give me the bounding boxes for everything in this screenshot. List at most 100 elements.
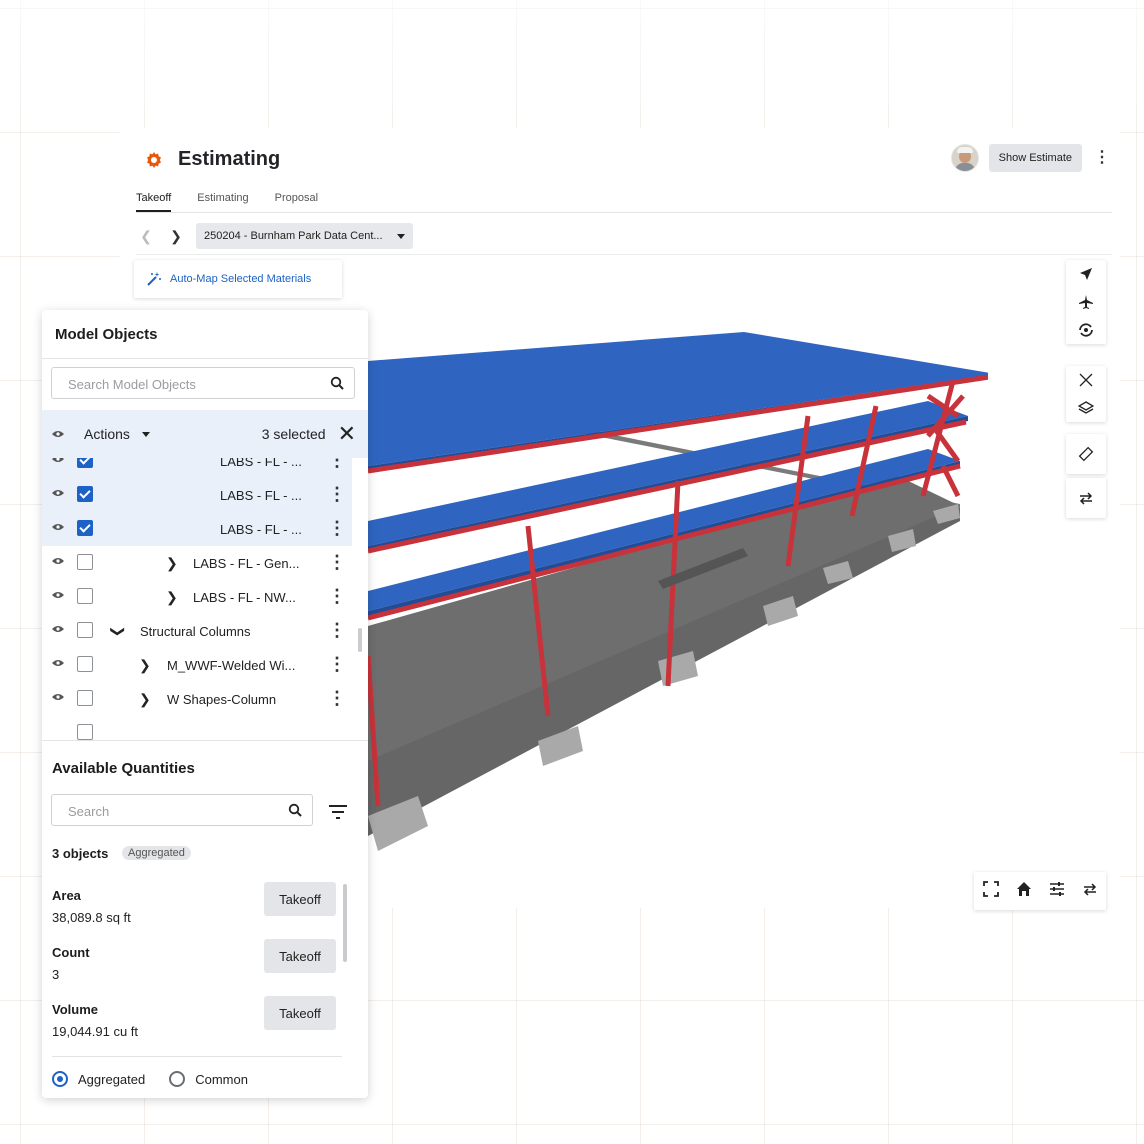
divider bbox=[42, 740, 368, 741]
radio-common-label[interactable]: Common bbox=[195, 1072, 248, 1087]
row-checkbox[interactable] bbox=[77, 520, 93, 536]
takeoff-button[interactable]: Takeoff bbox=[264, 882, 336, 916]
row-checkbox[interactable] bbox=[77, 588, 93, 604]
search-icon[interactable] bbox=[330, 376, 344, 390]
model-objects-panel: Model Objects Actions 3 selected ✕ LABS … bbox=[42, 310, 368, 1098]
project-select[interactable]: 250204 - Burnham Park Data Cent... bbox=[196, 223, 413, 249]
quantity-row: Count 3 Takeoff bbox=[52, 939, 338, 999]
actions-bar: Actions 3 selected ✕ bbox=[42, 410, 368, 458]
eye-icon[interactable] bbox=[52, 489, 64, 497]
tree-row-label: LABS - FL - NW... bbox=[193, 589, 296, 605]
close-icon[interactable]: ✕ bbox=[338, 423, 356, 445]
tree-row[interactable]: ❯ LABS - FL - Gen... ⋮ bbox=[42, 546, 352, 580]
row-checkbox[interactable] bbox=[77, 724, 93, 740]
chevron-right-icon[interactable]: ❯ bbox=[166, 589, 178, 606]
navigate-arrow-icon[interactable] bbox=[1066, 260, 1106, 288]
fly-mode-icon[interactable] bbox=[1066, 288, 1106, 316]
tree-row-label: W Shapes-Column bbox=[167, 691, 277, 707]
chevron-down-icon[interactable]: ❯ bbox=[109, 626, 126, 638]
tree-row[interactable]: LABS - FL - ... ⋮ bbox=[42, 512, 352, 546]
eye-icon[interactable] bbox=[52, 430, 64, 438]
swap-arrows-icon[interactable] bbox=[1066, 484, 1106, 512]
layers-icon[interactable] bbox=[1066, 394, 1106, 422]
model-search-input[interactable] bbox=[52, 368, 312, 400]
tree-scrollbar[interactable] bbox=[358, 628, 362, 652]
gear-icon bbox=[147, 151, 161, 168]
auto-map-label: Auto-Map Selected Materials bbox=[170, 273, 312, 285]
aggregated-badge: Aggregated bbox=[122, 846, 191, 860]
radio-common[interactable] bbox=[169, 1071, 186, 1087]
next-arrow-icon[interactable]: ❯ bbox=[166, 228, 186, 245]
eye-icon[interactable] bbox=[52, 625, 64, 633]
row-checkbox[interactable] bbox=[77, 622, 93, 638]
row-checkbox[interactable] bbox=[77, 690, 93, 706]
eye-icon[interactable] bbox=[52, 458, 64, 463]
auto-map-button[interactable]: Auto-Map Selected Materials bbox=[134, 260, 342, 298]
eye-icon[interactable] bbox=[52, 659, 64, 667]
radio-aggregated[interactable] bbox=[52, 1071, 68, 1087]
chevron-right-icon[interactable]: ❯ bbox=[139, 657, 151, 674]
tree-row[interactable]: LABS - FL - ... ⋮ bbox=[42, 478, 352, 512]
quantities-scrollbar[interactable] bbox=[343, 884, 347, 962]
row-kebab-icon[interactable]: ⋮ bbox=[328, 689, 346, 707]
tree-row[interactable] bbox=[42, 716, 352, 740]
caret-down-icon bbox=[396, 233, 405, 239]
section-cut-icon[interactable] bbox=[1066, 366, 1106, 394]
quantity-search-box bbox=[51, 794, 313, 827]
more-options-icon[interactable]: ⋮ bbox=[1092, 150, 1112, 166]
eye-icon[interactable] bbox=[52, 693, 64, 701]
settings-sliders-icon[interactable] bbox=[1049, 881, 1065, 902]
tab-proposal[interactable]: Proposal bbox=[275, 192, 318, 212]
swap-view-icon[interactable] bbox=[1082, 881, 1098, 902]
quantity-name: Area bbox=[52, 888, 81, 903]
row-checkbox[interactable] bbox=[77, 554, 93, 570]
row-checkbox[interactable] bbox=[77, 486, 93, 502]
takeoff-button[interactable]: Takeoff bbox=[264, 996, 336, 1030]
chevron-right-icon[interactable]: ❯ bbox=[139, 691, 151, 708]
tree-row[interactable]: ❯ W Shapes-Column ⋮ bbox=[42, 682, 352, 716]
row-kebab-icon[interactable]: ⋮ bbox=[328, 587, 346, 605]
tree-row[interactable]: ❯ Structural Columns ⋮ bbox=[42, 614, 352, 648]
search-icon[interactable] bbox=[288, 803, 302, 817]
measure-tools bbox=[1066, 434, 1106, 474]
tab-estimating[interactable]: Estimating bbox=[197, 192, 248, 212]
section-tools bbox=[1066, 366, 1106, 422]
tree-row[interactable]: ❯ LABS - FL - NW... ⋮ bbox=[42, 580, 352, 614]
takeoff-button[interactable]: Takeoff bbox=[264, 939, 336, 973]
row-kebab-icon[interactable]: ⋮ bbox=[328, 485, 346, 503]
prev-arrow-icon[interactable]: ❮ bbox=[136, 228, 156, 245]
tree-row[interactable]: LABS - FL - ... ⋮ bbox=[42, 458, 352, 478]
roof-slab bbox=[368, 332, 988, 466]
tab-takeoff[interactable]: Takeoff bbox=[136, 192, 172, 212]
chevron-right-icon[interactable]: ❯ bbox=[166, 555, 178, 572]
orbit-icon[interactable] bbox=[1066, 316, 1106, 344]
row-kebab-icon[interactable]: ⋮ bbox=[328, 655, 346, 673]
row-kebab-icon[interactable]: ⋮ bbox=[328, 553, 346, 571]
magic-wand-icon bbox=[147, 272, 161, 286]
row-checkbox[interactable] bbox=[77, 656, 93, 672]
model-viewport[interactable] bbox=[368, 256, 988, 896]
quantity-row: Area 38,089.8 sq ft Takeoff bbox=[52, 882, 338, 942]
quantity-search-input[interactable] bbox=[52, 795, 278, 827]
caret-down-icon[interactable] bbox=[141, 431, 150, 437]
eye-icon[interactable] bbox=[52, 523, 64, 531]
tree-row[interactable]: ❯ M_WWF-Welded Wi... ⋮ bbox=[42, 648, 352, 682]
eye-icon[interactable] bbox=[52, 557, 64, 565]
object-count: 3 objects bbox=[52, 846, 109, 861]
actions-menu[interactable]: Actions bbox=[84, 426, 130, 442]
row-kebab-icon[interactable]: ⋮ bbox=[328, 621, 346, 639]
fullscreen-icon[interactable] bbox=[982, 880, 999, 902]
eye-icon[interactable] bbox=[52, 591, 64, 599]
radio-aggregated-label[interactable]: Aggregated bbox=[78, 1072, 145, 1087]
navigation-tools bbox=[1066, 260, 1106, 344]
row-checkbox[interactable] bbox=[77, 458, 93, 468]
tree-row-label: M_WWF-Welded Wi... bbox=[167, 657, 296, 673]
home-icon[interactable] bbox=[1016, 881, 1032, 902]
ruler-icon[interactable] bbox=[1066, 440, 1106, 468]
show-estimate-button[interactable]: Show Estimate bbox=[988, 144, 1082, 172]
filter-icon[interactable] bbox=[328, 804, 348, 820]
tree-row-label: Structural Columns bbox=[140, 623, 251, 639]
row-kebab-icon[interactable]: ⋮ bbox=[328, 458, 346, 469]
avatar[interactable] bbox=[950, 144, 979, 172]
row-kebab-icon[interactable]: ⋮ bbox=[328, 519, 346, 537]
